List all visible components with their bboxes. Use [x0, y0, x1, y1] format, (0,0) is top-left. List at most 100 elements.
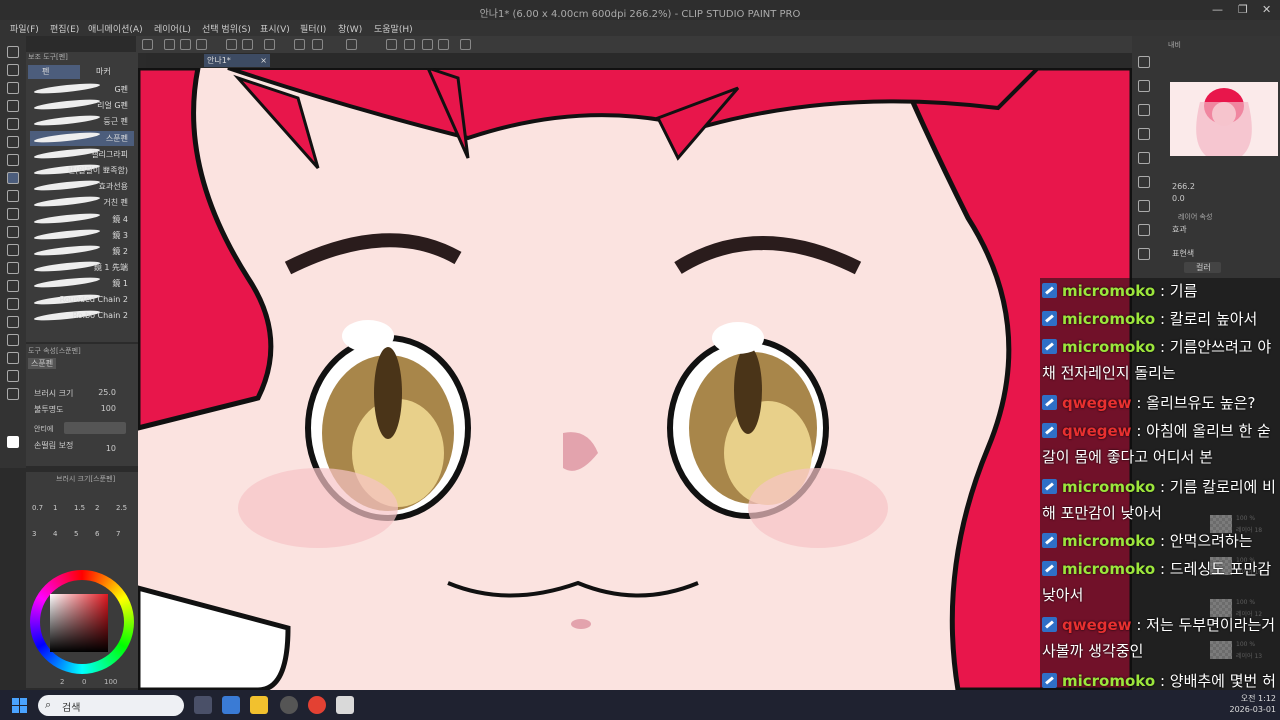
frame-icon[interactable] — [7, 316, 19, 328]
move-icon[interactable] — [7, 100, 19, 112]
app-icon[interactable] — [280, 696, 298, 714]
settings-icon[interactable] — [460, 39, 471, 50]
zoom-icon[interactable] — [7, 46, 19, 58]
snap-grid-icon[interactable] — [422, 39, 433, 50]
antialias-selector[interactable] — [64, 422, 126, 434]
minimize-button[interactable]: — — [1212, 3, 1223, 16]
eraser-icon[interactable] — [7, 244, 19, 256]
brush-size-option[interactable]: 2.5 — [116, 504, 127, 512]
brush-icon[interactable] — [7, 208, 19, 220]
auto-select-icon[interactable] — [7, 136, 19, 148]
menu-selection[interactable]: 선택 범위(S) — [202, 22, 251, 35]
brush-size-option[interactable]: 2 — [95, 504, 99, 512]
brush-size-option[interactable]: 7 — [116, 530, 120, 538]
operation-icon[interactable] — [7, 82, 19, 94]
menu-help[interactable]: 도움말(H) — [374, 22, 413, 35]
navigator-thumbnail[interactable] — [1170, 82, 1278, 156]
figure-icon[interactable] — [7, 298, 19, 310]
menu-animation[interactable]: 애니메이션(A) — [88, 22, 143, 35]
saturation-value-square[interactable] — [50, 594, 108, 652]
brush-size-option[interactable]: 3 — [32, 530, 36, 538]
brush-size-option[interactable]: 5 — [74, 530, 78, 538]
hand-icon[interactable] — [7, 64, 19, 76]
pencil-icon[interactable] — [7, 190, 19, 202]
brush-size-option[interactable]: 0.7 — [32, 504, 43, 512]
brush-item[interactable]: 鏡 2 — [30, 243, 134, 259]
layer-property-icon[interactable] — [1138, 80, 1150, 92]
task-view-icon[interactable] — [194, 696, 212, 714]
history-icon[interactable] — [1138, 152, 1150, 164]
selection-icon[interactable] — [7, 118, 19, 130]
chrome-icon[interactable] — [308, 696, 326, 714]
new-icon[interactable] — [142, 39, 153, 50]
menu-layer[interactable]: 레이어(L) — [154, 22, 191, 35]
fill-icon[interactable] — [346, 39, 357, 50]
subtool-tab-marker[interactable]: 마커 — [82, 65, 134, 79]
brush-size-option[interactable]: 6 — [95, 530, 99, 538]
maximize-button[interactable]: ❐ — [1238, 3, 1248, 16]
print-icon[interactable] — [196, 39, 207, 50]
stabilization-value[interactable]: 10 — [106, 444, 116, 453]
navigator-icon[interactable] — [1138, 56, 1150, 68]
brush-item[interactable]: 거친 펜 — [30, 194, 134, 210]
expression-select[interactable]: 컬러 — [1184, 262, 1221, 273]
open-icon[interactable] — [164, 39, 175, 50]
layer-search-icon[interactable] — [1138, 104, 1150, 116]
menu-edit[interactable]: 편집(E) — [50, 22, 79, 35]
brush-item[interactable]: Ro.bo Chain 2 — [30, 308, 134, 324]
taskbar-search[interactable]: ⌕ 검색 — [38, 695, 184, 716]
save-icon[interactable] — [180, 39, 191, 50]
brush-item[interactable]: 캘리그라피 — [30, 146, 134, 162]
material-icon[interactable] — [1138, 200, 1150, 212]
brush-size-value[interactable]: 25.0 — [98, 388, 116, 397]
spinner-icon[interactable] — [264, 39, 275, 50]
copilot-icon[interactable] — [222, 696, 240, 714]
gradient-icon[interactable] — [7, 280, 19, 292]
document-tab[interactable]: 안나1* × — [204, 54, 270, 67]
brush-item[interactable]: 鏡 1 先端 — [30, 259, 134, 275]
brush-item[interactable]: 리얼 G펜 — [30, 97, 134, 113]
text-icon[interactable] — [7, 352, 19, 364]
redo-icon[interactable] — [242, 39, 253, 50]
eyedropper-icon[interactable] — [7, 154, 19, 166]
menu-file[interactable]: 파일(F) — [10, 22, 39, 35]
brush-item[interactable]: 鏡 4 — [30, 211, 134, 227]
close-tab-icon[interactable]: × — [260, 54, 267, 67]
brush-size-option[interactable]: 1 — [53, 504, 57, 512]
close-button[interactable]: ✕ — [1262, 3, 1271, 16]
brush-item[interactable]: 鏡 3 — [30, 227, 134, 243]
menu-filter[interactable]: 필터(I) — [300, 22, 326, 35]
subtool-tab-pen[interactable]: 펜 — [28, 65, 80, 79]
opacity-value[interactable]: 100 — [101, 404, 116, 413]
menu-view[interactable]: 표시(V) — [260, 22, 290, 35]
info-icon[interactable] — [1138, 248, 1150, 260]
file-explorer-icon[interactable] — [250, 696, 268, 714]
auto-action-icon[interactable] — [1138, 176, 1150, 188]
brush-size-option[interactable]: 1.5 — [74, 504, 85, 512]
main-color-swatch[interactable] — [7, 436, 19, 448]
brush-item[interactable]: 鏡 1 — [30, 275, 134, 291]
snap-ruler-icon[interactable] — [386, 39, 397, 50]
brush-item[interactable]: G펜 — [30, 81, 134, 97]
snap-icon[interactable] — [438, 39, 449, 50]
balloon-icon[interactable] — [7, 370, 19, 382]
correct-line-icon[interactable] — [7, 388, 19, 400]
menu-window[interactable]: 창(W) — [338, 22, 362, 35]
pen-icon[interactable] — [7, 172, 19, 184]
brush-item[interactable]: 둥근 펜 — [30, 113, 134, 129]
layer-icon[interactable] — [1138, 128, 1150, 140]
clear-icon[interactable] — [294, 39, 305, 50]
brush-item[interactable]: 효과선용 — [30, 178, 134, 194]
undo-icon[interactable] — [226, 39, 237, 50]
airbrush-icon[interactable] — [7, 226, 19, 238]
fill-tool-icon[interactable] — [7, 262, 19, 274]
clip-studio-taskbar-icon[interactable] — [336, 696, 354, 714]
transform-icon[interactable] — [312, 39, 323, 50]
brush-size-option[interactable]: 4 — [53, 530, 57, 538]
ruler-icon[interactable] — [7, 334, 19, 346]
brush-item[interactable]: 팬(일필이 뾰족함) — [30, 162, 134, 178]
windows-start-icon[interactable] — [12, 698, 28, 714]
snap-special-icon[interactable] — [404, 39, 415, 50]
sub-view-icon[interactable] — [1138, 224, 1150, 236]
brush-item[interactable]: 스푼펜 — [30, 130, 134, 146]
